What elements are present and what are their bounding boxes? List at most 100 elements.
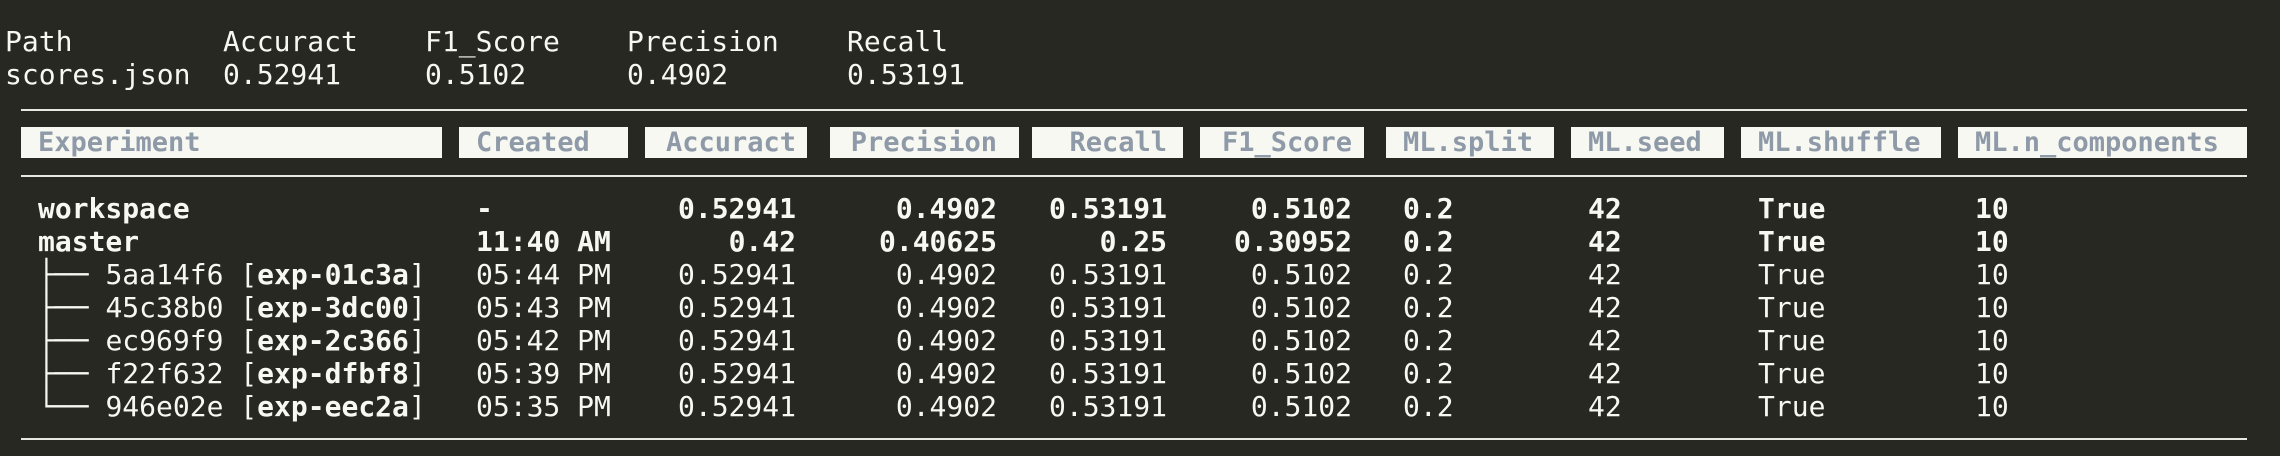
commit-hash: 946e02e <box>105 390 224 423</box>
ml-seed-cell: 42 <box>1588 291 1622 324</box>
ml-n-components-cell: 10 <box>1975 258 2009 291</box>
ml-shuffle-cell: True <box>1758 357 1826 390</box>
tree-branch: └── <box>38 390 106 423</box>
commit-hash: f22f632 <box>105 357 224 390</box>
commit-hash: 45c38b0 <box>105 291 224 324</box>
experiment-name: exp-3dc00 <box>257 291 409 324</box>
precision-cell: 0.4902 <box>895 357 997 390</box>
ml-n-components-cell: 10 <box>1975 357 2009 390</box>
column-header-ml-seed: ML.seed <box>1588 127 1702 158</box>
ml-split-cell: 0.2 <box>1403 258 1454 291</box>
column-header-accuract: Accuract <box>665 127 796 158</box>
recall-cell: 0.25 <box>1099 225 1167 258</box>
experiment-cell: ├── 45c38b0 [exp-3dc00] <box>38 291 426 324</box>
experiment-name: master <box>38 225 140 258</box>
precision-cell: 0.4902 <box>895 258 997 291</box>
ml-split-cell: 0.2 <box>1403 192 1454 225</box>
experiment-name: workspace <box>38 192 190 225</box>
experiment-name: exp-01c3a <box>257 258 409 291</box>
ml-seed-cell: 42 <box>1588 324 1622 357</box>
precision-cell: 0.4902 <box>895 324 997 357</box>
tree-branch: ├── <box>38 324 106 357</box>
scores-value-f1: 0.5102 <box>425 58 527 91</box>
tree-branch: ├── <box>38 357 106 390</box>
f1-score-cell: 0.5102 <box>1250 192 1352 225</box>
f1-score-cell: 0.5102 <box>1250 390 1352 423</box>
ml-seed-cell: 42 <box>1588 225 1622 258</box>
ml-split-cell: 0.2 <box>1403 225 1454 258</box>
recall-cell: 0.53191 <box>1048 291 1167 324</box>
ml-seed-cell: 42 <box>1588 258 1622 291</box>
column-header-experiment: Experiment <box>38 127 201 158</box>
accuract-cell: 0.52941 <box>677 390 796 423</box>
ml-n-components-cell: 10 <box>1975 390 2009 423</box>
recall-cell: 0.53191 <box>1048 258 1167 291</box>
created-cell: 05:35 PM <box>476 390 611 423</box>
tree-branch: ├── <box>38 291 106 324</box>
accuract-cell: 0.52941 <box>677 324 796 357</box>
experiment-cell: ├── ec969f9 [exp-2c366] <box>38 324 426 357</box>
f1-score-cell: 0.5102 <box>1250 291 1352 324</box>
ml-shuffle-cell: True <box>1758 291 1826 324</box>
f1-score-cell: 0.30952 <box>1233 225 1352 258</box>
ml-shuffle-cell: True <box>1758 258 1826 291</box>
scores-header-path: Path <box>5 25 73 58</box>
precision-cell: 0.4902 <box>895 390 997 423</box>
ml-split-cell: 0.2 <box>1403 291 1454 324</box>
accuract-cell: 0.42 <box>728 225 796 258</box>
scores-header-recall: Recall <box>847 25 949 58</box>
accuract-cell: 0.52941 <box>677 291 796 324</box>
scores-value-precision: 0.4902 <box>627 58 729 91</box>
accuract-cell: 0.52941 <box>677 192 796 225</box>
f1-score-cell: 0.5102 <box>1250 324 1352 357</box>
precision-cell: 0.4902 <box>895 192 997 225</box>
experiment-cell: ├── 5aa14f6 [exp-01c3a] <box>38 258 426 291</box>
ml-split-cell: 0.2 <box>1403 390 1454 423</box>
created-cell: - <box>476 192 493 225</box>
ml-shuffle-cell: True <box>1758 192 1826 225</box>
column-header-ml-split: ML.split <box>1403 127 1534 158</box>
scores-header-precision: Precision <box>627 25 779 58</box>
ml-seed-cell: 42 <box>1588 192 1622 225</box>
column-header-recall: Recall <box>1069 127 1167 158</box>
ml-shuffle-cell: True <box>1758 324 1826 357</box>
table-top-rule <box>21 109 2247 111</box>
experiment-cell: ├── f22f632 [exp-dfbf8] <box>38 357 426 390</box>
recall-cell: 0.53191 <box>1048 357 1167 390</box>
created-cell: 11:40 AM <box>476 225 611 258</box>
ml-n-components-cell: 10 <box>1975 291 2009 324</box>
column-header-f1-score: F1_Score <box>1221 127 1352 158</box>
scores-header-accuract: Accuract <box>223 25 358 58</box>
created-cell: 05:39 PM <box>476 357 611 390</box>
recall-cell: 0.53191 <box>1048 324 1167 357</box>
column-header-precision: Precision <box>850 127 997 158</box>
ml-seed-cell: 42 <box>1588 357 1622 390</box>
ml-n-components-cell: 10 <box>1975 192 2009 225</box>
table-bottom-rule <box>21 438 2247 440</box>
commit-hash: ec969f9 <box>105 324 224 357</box>
f1-score-cell: 0.5102 <box>1250 357 1352 390</box>
f1-score-cell: 0.5102 <box>1250 258 1352 291</box>
ml-split-cell: 0.2 <box>1403 357 1454 390</box>
ml-split-cell: 0.2 <box>1403 324 1454 357</box>
accuract-cell: 0.52941 <box>677 357 796 390</box>
ml-seed-cell: 42 <box>1588 390 1622 423</box>
column-header-ml-shuffle: ML.shuffle <box>1758 127 1921 158</box>
ml-n-components-cell: 10 <box>1975 225 2009 258</box>
created-cell: 05:44 PM <box>476 258 611 291</box>
created-cell: 05:42 PM <box>476 324 611 357</box>
ml-n-components-cell: 10 <box>1975 324 2009 357</box>
recall-cell: 0.53191 <box>1048 390 1167 423</box>
created-cell: 05:43 PM <box>476 291 611 324</box>
scores-value-accuract: 0.52941 <box>223 58 342 91</box>
column-header-ml-n-components: ML.n_components <box>1975 127 2219 158</box>
tree-branch: ├── <box>38 258 106 291</box>
experiment-name: exp-dfbf8 <box>257 357 409 390</box>
scores-value-path: scores.json <box>5 58 191 91</box>
scores-header-f1: F1_Score <box>425 25 560 58</box>
ml-shuffle-cell: True <box>1758 225 1826 258</box>
experiment-name: exp-eec2a <box>257 390 409 423</box>
experiment-name: exp-2c366 <box>257 324 409 357</box>
precision-cell: 0.40625 <box>878 225 997 258</box>
terminal-window: Path Accuract F1_Score Precision Recall … <box>0 0 2280 456</box>
